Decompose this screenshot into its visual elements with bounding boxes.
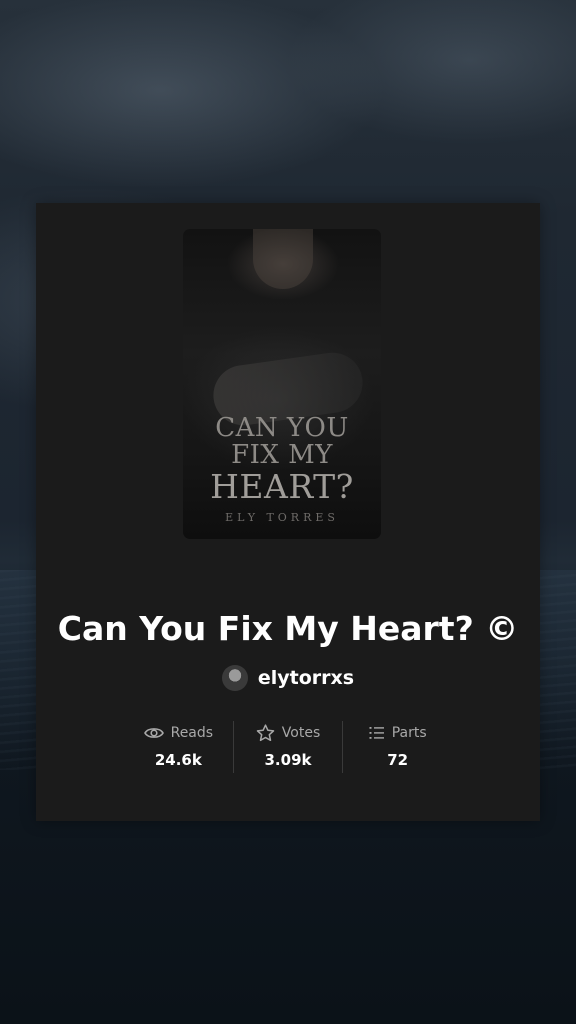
list-icon <box>369 726 385 740</box>
author-name[interactable]: elytorrxs <box>258 667 354 689</box>
book-cover[interactable]: CAN YOU FIX MY HEART? ELY TORRES <box>183 229 381 539</box>
cover-title: CAN YOU FIX MY HEART? <box>183 415 381 505</box>
author-row[interactable]: elytorrxs <box>36 665 540 691</box>
cover-figure-neck <box>253 229 313 289</box>
stat-parts: Parts 72 <box>343 721 452 773</box>
stat-label: Votes <box>281 725 321 741</box>
story-stats: Reads 24.6k Votes 3.09k Parts 72 <box>124 721 452 773</box>
story-title: Can You Fix My Heart? © <box>57 609 519 648</box>
stat-label: Reads <box>170 725 214 741</box>
stat-value: 24.6k <box>154 751 202 769</box>
star-icon <box>256 724 275 742</box>
cover-title-line: FIX MY <box>231 440 333 470</box>
cover-title-line: CAN YOU <box>215 413 349 443</box>
stat-label: Parts <box>391 725 427 741</box>
cover-title-line: HEART? <box>210 467 354 506</box>
cover-author: ELY TORRES <box>225 511 339 524</box>
avatar[interactable] <box>221 665 248 691</box>
stat-votes: Votes 3.09k <box>232 721 344 773</box>
stat-value: 72 <box>387 751 409 769</box>
eye-icon <box>143 726 164 740</box>
story-card: CAN YOU FIX MY HEART? ELY TORRES Can You… <box>36 203 540 821</box>
stat-value: 3.09k <box>264 751 312 769</box>
stat-reads: Reads 24.6k <box>124 721 233 773</box>
